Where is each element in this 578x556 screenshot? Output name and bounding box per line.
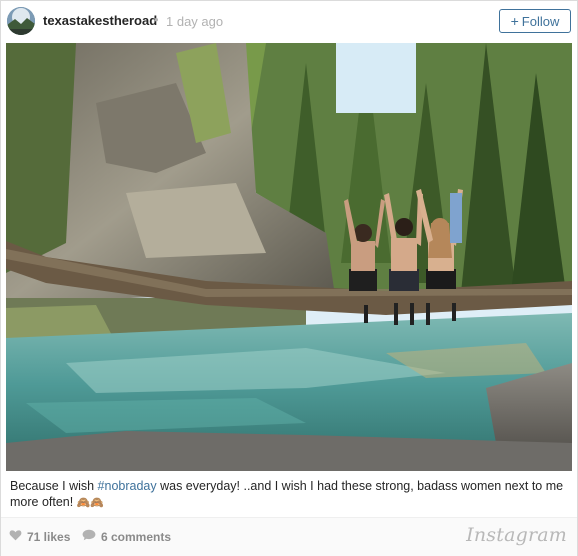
likes-counter[interactable]: 71 likes [9, 529, 70, 544]
comment-bubble-icon[interactable] [82, 529, 96, 544]
hashtag-link[interactable]: #nobraday [98, 479, 157, 493]
likes-count: 71 likes [27, 529, 71, 544]
plus-icon: + [510, 13, 519, 29]
post-timestamp[interactable]: 1 day ago [166, 14, 223, 29]
separator-dot: • [154, 12, 159, 27]
see-no-evil-emoji: 🙈🙈 [76, 496, 105, 509]
post-caption: Because I wish #nobraday was everyday! .… [10, 478, 566, 511]
post-footer: 71 likes 6 comments Instagram [1, 517, 577, 556]
comments-count: 6 comments [101, 529, 172, 544]
post-photo[interactable] [6, 43, 572, 471]
post-card: texastakestheroad • 1 day ago + Follow B… [0, 0, 578, 556]
heart-icon[interactable] [9, 529, 22, 544]
comments-counter[interactable]: 6 comments [82, 529, 171, 544]
username-link[interactable]: texastakestheroad [43, 13, 157, 28]
avatar[interactable] [7, 7, 35, 35]
instagram-logo[interactable]: Instagram [466, 524, 567, 546]
follow-button[interactable]: + Follow [499, 9, 571, 33]
follow-label: Follow [521, 13, 560, 29]
caption-text-start: Because I wish [10, 479, 98, 493]
post-header: texastakestheroad • 1 day ago + Follow [1, 1, 577, 43]
